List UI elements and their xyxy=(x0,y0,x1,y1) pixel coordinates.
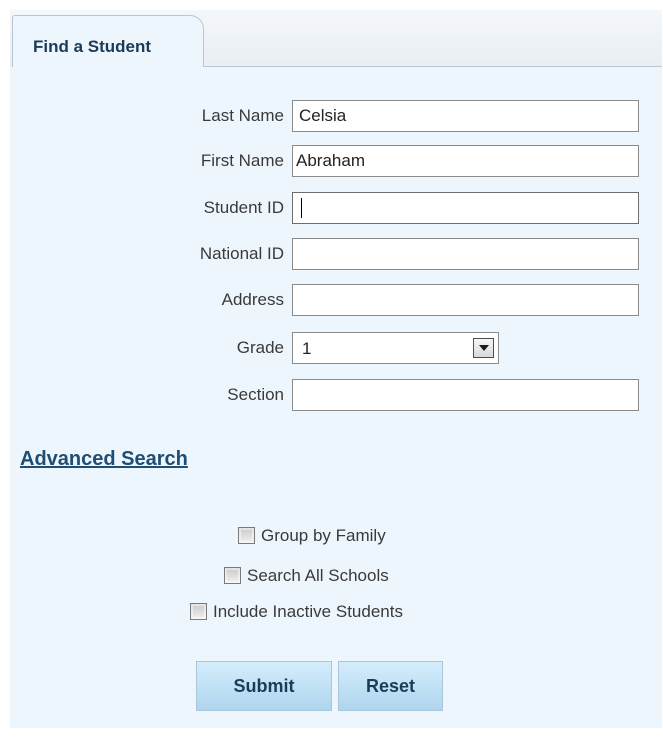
student-id-label: Student ID xyxy=(203,198,284,217)
national-id-input[interactable] xyxy=(292,238,639,270)
student-id-input[interactable] xyxy=(292,192,639,224)
grade-label: Grade xyxy=(236,338,284,357)
national-id-label: National ID xyxy=(199,244,284,263)
row-address: Address xyxy=(10,284,662,316)
search-all-schools-checkbox[interactable] xyxy=(224,567,241,584)
row-student-id: Student ID xyxy=(10,192,662,224)
tab-find-a-student[interactable]: Find a Student xyxy=(12,15,204,67)
find-student-panel: Find a Student Last Name First Name Stud… xyxy=(10,10,662,728)
reset-button[interactable]: Reset xyxy=(338,661,443,711)
row-last-name: Last Name xyxy=(10,100,662,132)
search-all-schools-label: Search All Schools xyxy=(247,566,389,585)
row-first-name: First Name xyxy=(10,145,662,177)
group-by-family-label: Group by Family xyxy=(261,526,386,545)
row-section: Section xyxy=(10,379,662,411)
address-input[interactable] xyxy=(292,284,639,316)
first-name-input[interactable] xyxy=(292,145,639,177)
first-name-label: First Name xyxy=(200,151,284,170)
include-inactive-students-checkbox[interactable] xyxy=(190,603,207,620)
address-label: Address xyxy=(221,290,284,309)
last-name-label: Last Name xyxy=(201,106,284,125)
text-caret xyxy=(301,198,302,218)
tab-strip-divider xyxy=(204,66,662,67)
section-label: Section xyxy=(227,385,284,404)
group-by-family-checkbox[interactable] xyxy=(238,527,255,544)
row-national-id: National ID xyxy=(10,238,662,270)
last-name-input[interactable] xyxy=(292,100,639,132)
section-input[interactable] xyxy=(292,379,639,411)
row-grade: Grade 1 xyxy=(10,332,662,364)
grade-selected-value: 1 xyxy=(302,339,312,358)
tab-label: Find a Student xyxy=(33,37,152,56)
advanced-search-link[interactable]: Advanced Search xyxy=(20,448,188,471)
chevron-down-icon[interactable] xyxy=(473,338,494,358)
submit-button[interactable]: Submit xyxy=(196,661,332,711)
include-inactive-students-label: Include Inactive Students xyxy=(213,602,403,621)
grade-select[interactable]: 1 xyxy=(292,332,499,364)
